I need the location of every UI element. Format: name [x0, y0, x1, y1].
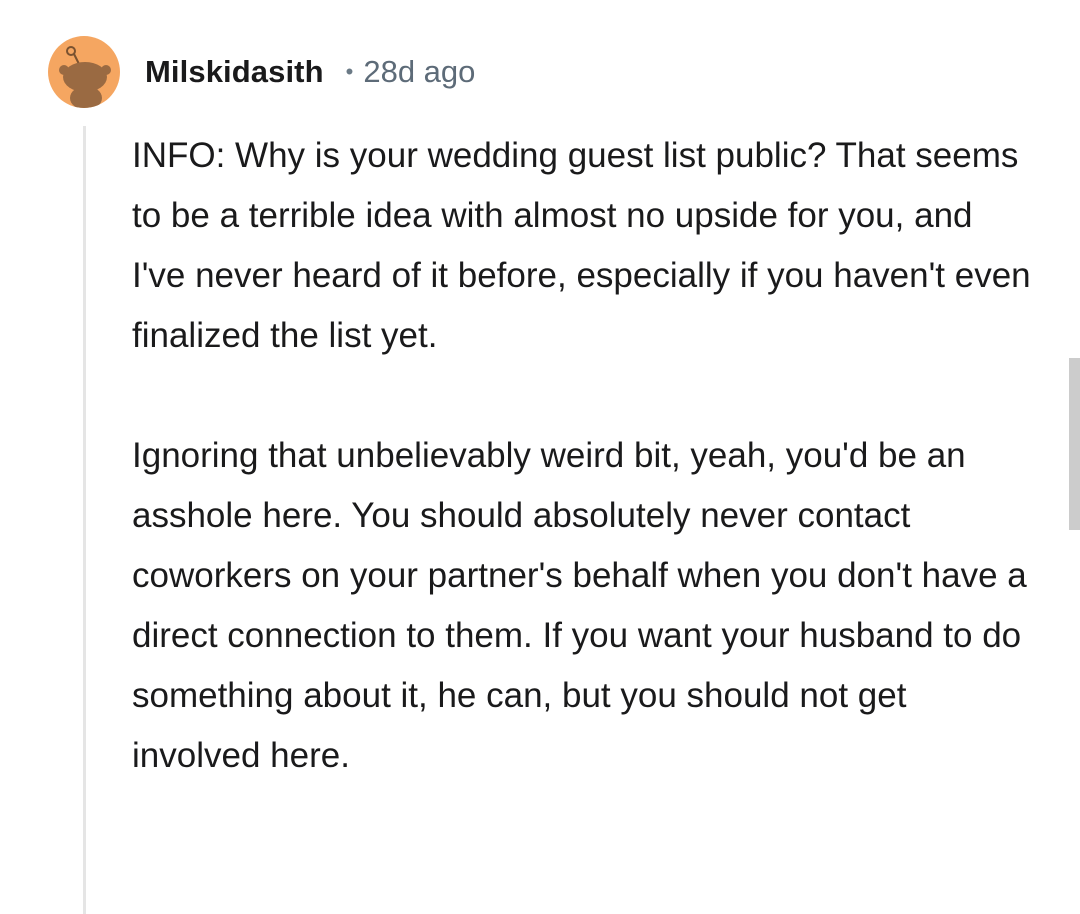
thread-line[interactable] [83, 126, 86, 914]
separator-dot: • [345, 59, 354, 84]
scrollbar-thumb[interactable] [1069, 358, 1080, 530]
username[interactable]: Milskidasith [145, 54, 324, 90]
timestamp: 28d ago [363, 54, 476, 89]
comment-paragraph: Ignoring that unbelievably weird bit, ye… [132, 436, 1027, 775]
comment-paragraph: INFO: Why is your wedding guest list pub… [132, 136, 1031, 355]
reddit-snoo-avatar-icon [59, 46, 111, 108]
avatar[interactable] [48, 36, 120, 108]
comment-header: Milskidasith • 28d ago [48, 36, 475, 108]
comment-body: INFO: Why is your wedding guest list pub… [132, 126, 1032, 786]
